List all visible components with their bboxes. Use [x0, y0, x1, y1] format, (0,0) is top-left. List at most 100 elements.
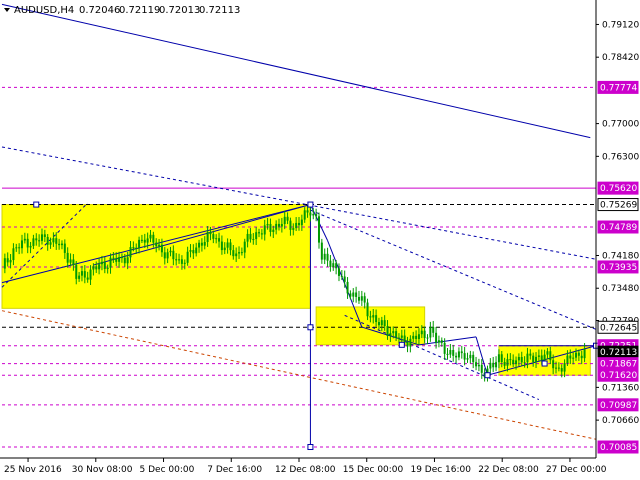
- candle-body-157: [452, 349, 455, 356]
- candle-body-198: [569, 355, 572, 359]
- candle-body-161: [463, 353, 466, 360]
- candle-body-40: [118, 257, 121, 262]
- candle-body-172: [495, 362, 498, 368]
- candle-body-20: [60, 243, 63, 246]
- candle-body-184: [529, 353, 532, 356]
- candle-body-186: [535, 356, 538, 362]
- candle-body-41: [120, 257, 123, 259]
- candle-body-17: [52, 238, 55, 243]
- candle-body-194: [557, 367, 560, 369]
- candle-body-65: [189, 250, 192, 252]
- candle-body-109: [315, 214, 318, 217]
- candle-body-135: [389, 333, 392, 336]
- price-chart[interactable]: 0.79120 0.78420 0.77000 0.76300 0.74180 0.734…: [0, 0, 640, 480]
- candle-body-10: [32, 238, 35, 246]
- candle-body-94: [272, 229, 275, 232]
- candle-body-3: [12, 248, 15, 261]
- anchor-marker-0: [33, 201, 40, 208]
- candle-body-23: [69, 259, 72, 263]
- time-label-1: 30 Nov 08:00: [72, 465, 133, 475]
- candle-body-136: [392, 331, 395, 334]
- candle-body-36: [106, 267, 109, 270]
- candle-body-4: [15, 247, 18, 249]
- candle-body-28: [83, 271, 86, 278]
- ohlc-close: 0.72113: [199, 5, 240, 16]
- candle-body-167: [480, 364, 483, 373]
- price-tick-label-4: 0.74180: [602, 251, 639, 261]
- candle-body-114: [329, 260, 332, 267]
- time-label-0: 25 Nov 2016: [4, 465, 62, 475]
- candle-body-116: [335, 263, 338, 269]
- candle-body-149: [429, 326, 432, 338]
- candle-body-163: [469, 354, 472, 359]
- price-tick-label-2: 0.77000: [602, 120, 639, 130]
- candle-body-57: [166, 252, 169, 259]
- candle-body-154: [443, 342, 446, 354]
- candle-body-11: [35, 238, 38, 241]
- candle-body-77: [223, 247, 226, 251]
- collapse-triangle-icon[interactable]: [4, 8, 10, 12]
- candle-body-24: [72, 259, 75, 265]
- candle-body-152: [437, 340, 440, 343]
- candle-body-97: [280, 223, 283, 227]
- candle-body-106: [306, 210, 309, 213]
- candle-body-181: [520, 357, 523, 363]
- level-label-1: 0.75620: [600, 184, 637, 194]
- candle-body-99: [286, 216, 289, 221]
- candle-body-92: [266, 223, 269, 226]
- level-label-8: 0.71867: [600, 360, 637, 370]
- candle-body-37: [109, 257, 112, 268]
- level-label-10: 0.70987: [600, 401, 637, 411]
- candle-body-59: [172, 250, 175, 260]
- candle-body-32: [95, 266, 98, 270]
- ohlc-high: 0.72119: [119, 5, 160, 16]
- candle-body-137: [395, 331, 398, 338]
- candle-body-147: [423, 330, 426, 339]
- candle-body-58: [169, 250, 172, 253]
- candle-body-143: [412, 335, 415, 339]
- candle-body-156: [449, 349, 452, 355]
- chart-header: AUDUSD,H4 0.72046 0.72119 0.72013 0.7211…: [4, 5, 240, 16]
- time-label-8: 27 Dec 00:00: [546, 465, 607, 475]
- candle-body-45: [132, 247, 135, 249]
- candle-body-69: [200, 242, 203, 246]
- level-label-7: 0.72113: [600, 348, 637, 358]
- candle-body-48: [140, 239, 143, 241]
- candle-body-27: [80, 271, 83, 276]
- candle-body-170: [489, 362, 492, 369]
- candle-body-151: [435, 332, 438, 343]
- candle-body-1: [6, 258, 9, 263]
- candle-body-29: [86, 277, 89, 280]
- candle-body-85: [246, 233, 249, 242]
- candle-body-0: [3, 258, 6, 269]
- candle-body-74: [215, 238, 218, 240]
- candle-body-71: [206, 232, 209, 242]
- candle-body-30: [89, 269, 92, 280]
- candle-body-53: [155, 242, 158, 247]
- level-label-11: 0.70085: [600, 443, 637, 453]
- candle-body-179: [515, 360, 518, 365]
- candle-body-144: [415, 335, 418, 340]
- candle-body-160: [460, 351, 463, 354]
- candle-body-166: [477, 364, 480, 367]
- candle-body-8: [26, 238, 29, 248]
- time-label-7: 22 Dec 08:00: [478, 465, 539, 475]
- time-label-5: 15 Dec 00:00: [343, 465, 404, 475]
- candle-body-9: [29, 245, 32, 248]
- candle-body-177: [509, 359, 512, 361]
- candle-body-7: [23, 238, 26, 241]
- candle-body-180: [517, 357, 520, 361]
- candle-body-196: [563, 363, 566, 372]
- candle-body-171: [492, 362, 495, 368]
- candle-body-31: [92, 266, 95, 270]
- candle-body-35: [103, 261, 106, 270]
- candle-body-129: [372, 315, 375, 318]
- level-label-2: 0.75269: [600, 201, 637, 211]
- candle-body-199: [572, 357, 575, 359]
- candle-body-96: [278, 223, 281, 227]
- candle-body-52: [152, 234, 155, 243]
- candle-body-126: [363, 296, 366, 303]
- candle-body-105: [303, 210, 306, 220]
- candle-body-95: [275, 223, 278, 230]
- candle-body-49: [143, 239, 146, 243]
